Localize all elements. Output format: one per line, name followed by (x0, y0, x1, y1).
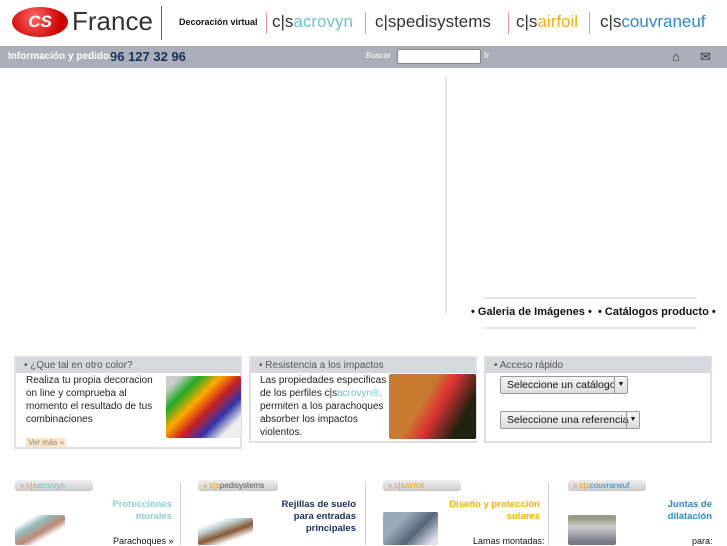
divider (445, 76, 447, 314)
tab-pedisystems[interactable]: » c|spedisystems (198, 480, 278, 491)
panel-text: permiten a los parachoques (260, 401, 384, 412)
divider (483, 297, 697, 299)
panel-text: de los perfiles c|s (260, 388, 338, 399)
brand-name: pedisystems (396, 12, 491, 31)
category-title[interactable]: Diseño y protección solares (449, 499, 540, 523)
panel-text: Las propiedades especificas (260, 375, 387, 386)
panel-impact: • Resistencia a los impactos Las propied… (249, 356, 477, 443)
divider (508, 12, 509, 34)
catalogs-link[interactable]: • Catálogos producto • (598, 306, 716, 318)
search-label: Buscar (366, 51, 391, 60)
tab-label: couvraneuf (589, 481, 630, 490)
brand-name: acrovyn (293, 12, 353, 31)
divider (483, 327, 697, 329)
reference-select[interactable]: Seleccione una referencia ▼ (500, 411, 640, 429)
see-more-link[interactable]: Ver más » (26, 438, 67, 447)
panel-text: on line y comprueba al (26, 388, 127, 399)
category-title[interactable]: Rejillas de suelo para entradas principale… (282, 499, 356, 535)
title-line: Protecciones (112, 499, 172, 510)
chevron-down-icon: ▼ (626, 412, 639, 428)
title-line: dilatación (667, 511, 712, 522)
brand-prefix: c|s (272, 12, 294, 31)
tab-label: airfoil (404, 481, 424, 490)
phone-number: 96 127 32 96 (110, 49, 186, 64)
product-image (383, 512, 438, 545)
search-input[interactable] (397, 49, 481, 64)
brand-prefix: c|s (600, 12, 622, 31)
chevron-down-icon: ▼ (614, 377, 627, 393)
nav-decoracion-virtual[interactable]: Decoración virtual (179, 17, 258, 27)
panel-text: violentos. (260, 427, 303, 438)
select-value: Seleccione un catálogo (507, 379, 616, 391)
brand-name: acrovyn®, (337, 388, 383, 399)
catalog-select[interactable]: Seleccione un catálogo ▼ (500, 376, 628, 394)
tab-label: acrovyn (36, 481, 65, 490)
gallery-link[interactable]: • Galeria de Imágenes • (471, 306, 592, 318)
title-line: murales (135, 511, 172, 522)
info-label: Información y pedidos: (8, 51, 119, 62)
product-image (15, 515, 65, 545)
select-value: Seleccione una referencia (507, 414, 629, 426)
tab-prefix: » c|s (203, 481, 220, 490)
brand-pedisystems[interactable]: c|spedisystems (375, 12, 491, 32)
panel-quick-access: • Acceso rápido Seleccione un catálogo ▼ … (484, 356, 712, 443)
panel-text: absorber los impactos (260, 414, 358, 425)
divider (548, 482, 549, 545)
tab-airfoil[interactable]: » c|sairfoil (383, 480, 461, 491)
divider (589, 12, 590, 34)
brand-acrovyn[interactable]: c|sacrovyn (272, 12, 353, 32)
tab-prefix: » c|s (20, 481, 37, 490)
title-line: principales (305, 523, 356, 534)
door-impact-image (389, 374, 476, 439)
search-go-button[interactable]: Ir (484, 51, 489, 60)
divider (365, 482, 366, 545)
product-image (568, 515, 616, 545)
panel-color: • ¿Que tal en otro color? Realiza tu pro… (14, 356, 242, 449)
title-line: Rejillas de suelo (281, 499, 356, 510)
tab-couvraneuf[interactable]: » c|scouvraneuf (568, 480, 646, 491)
brand-airfoil[interactable]: c|sairfoil (516, 12, 578, 32)
category-title[interactable]: Protecciones murales (112, 499, 172, 523)
category-title[interactable]: Juntas de dilatación (668, 499, 712, 523)
panel-text: Realiza tu propia decoracion (26, 375, 153, 386)
home-icon[interactable]: ⌂ (672, 49, 680, 64)
panel-title: • ¿Que tal en otro color? (16, 358, 240, 373)
panel-text: momento el resultado de tus (26, 401, 153, 412)
paint-tubes-image (166, 376, 241, 438)
divider (161, 6, 162, 40)
divider (365, 12, 366, 34)
brand-prefix: c|s (516, 12, 538, 31)
title-line: solares (506, 511, 540, 522)
logo-badge[interactable]: CS (12, 7, 68, 37)
brand-name: couvraneuf (621, 12, 706, 31)
panel-title: • Resistencia a los impactos (251, 358, 475, 373)
panel-title: • Acceso rápido (486, 358, 710, 373)
tab-acrovyn[interactable]: » c|sacrovyn (15, 480, 93, 491)
title-line: para entradas (293, 511, 356, 522)
divider (180, 482, 181, 545)
tab-prefix: » c|s (388, 481, 405, 490)
divider (266, 12, 267, 34)
title-line: Diseño y protección (449, 499, 540, 510)
logo-text[interactable]: France (72, 6, 153, 37)
brand-name: airfoil (537, 12, 579, 31)
title-line: Juntas de (667, 499, 712, 510)
brand-prefix: c|s (375, 12, 397, 31)
tab-prefix: » c|s (573, 481, 590, 490)
brand-couvraneuf[interactable]: c|scouvraneuf (600, 12, 706, 32)
tab-label: pedisystems (219, 481, 265, 490)
panel-text: combinaciones (26, 414, 93, 425)
product-image (198, 518, 253, 545)
mail-icon[interactable]: ✉ (700, 49, 711, 65)
